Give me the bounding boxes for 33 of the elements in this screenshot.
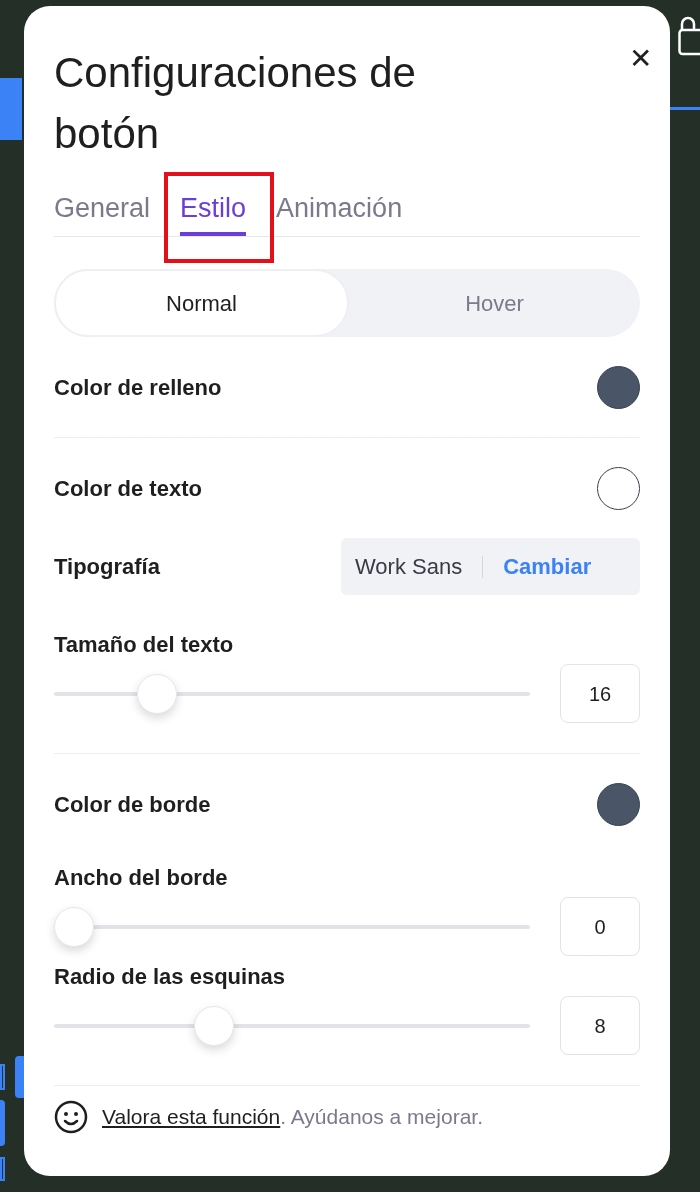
number-input[interactable]: 16 bbox=[560, 664, 640, 723]
slider-thumb[interactable] bbox=[136, 673, 177, 714]
segment-tab[interactable]: Normal bbox=[54, 269, 349, 337]
slider-thumb[interactable] bbox=[193, 1005, 234, 1046]
setting-label: Color de relleno bbox=[54, 373, 222, 402]
number-input[interactable]: 8 bbox=[560, 996, 640, 1055]
tab[interactable]: Estilo bbox=[180, 188, 247, 236]
setting-label: Color de texto bbox=[54, 474, 202, 503]
smiley-icon bbox=[54, 1100, 88, 1134]
slider[interactable] bbox=[54, 1005, 530, 1046]
setting-label: Color de borde bbox=[54, 790, 211, 819]
edge-square bbox=[0, 1157, 5, 1181]
setting-label: Tipografía bbox=[54, 553, 160, 581]
segment-tab[interactable]: Hover bbox=[349, 269, 640, 337]
feedback-link[interactable]: Valora esta función bbox=[102, 1105, 281, 1129]
tab[interactable]: Animación bbox=[276, 188, 403, 236]
font-name: Work Sans bbox=[355, 553, 463, 581]
close-button[interactable]: ✕ bbox=[629, 45, 652, 73]
setting-label: Tamaño del texto bbox=[54, 635, 235, 655]
edge-line bbox=[670, 107, 700, 110]
color-swatch[interactable] bbox=[597, 782, 640, 826]
number-input[interactable]: 0 bbox=[560, 897, 640, 956]
tab[interactable]: General bbox=[54, 188, 151, 236]
color-swatch[interactable] bbox=[597, 466, 640, 510]
setting-label: Radio de las esquinas bbox=[54, 967, 287, 987]
dialog-title: Configuraciones de botón bbox=[54, 48, 417, 159]
color-swatch[interactable] bbox=[597, 365, 640, 409]
feedback-text: Valora esta función. Ayúdanos a mejorar. bbox=[102, 1104, 483, 1131]
slider[interactable] bbox=[54, 673, 530, 714]
slider[interactable] bbox=[54, 906, 530, 947]
edge-square bbox=[0, 1064, 5, 1090]
setting-label: Ancho del borde bbox=[54, 868, 229, 888]
slider-thumb[interactable] bbox=[54, 906, 94, 947]
